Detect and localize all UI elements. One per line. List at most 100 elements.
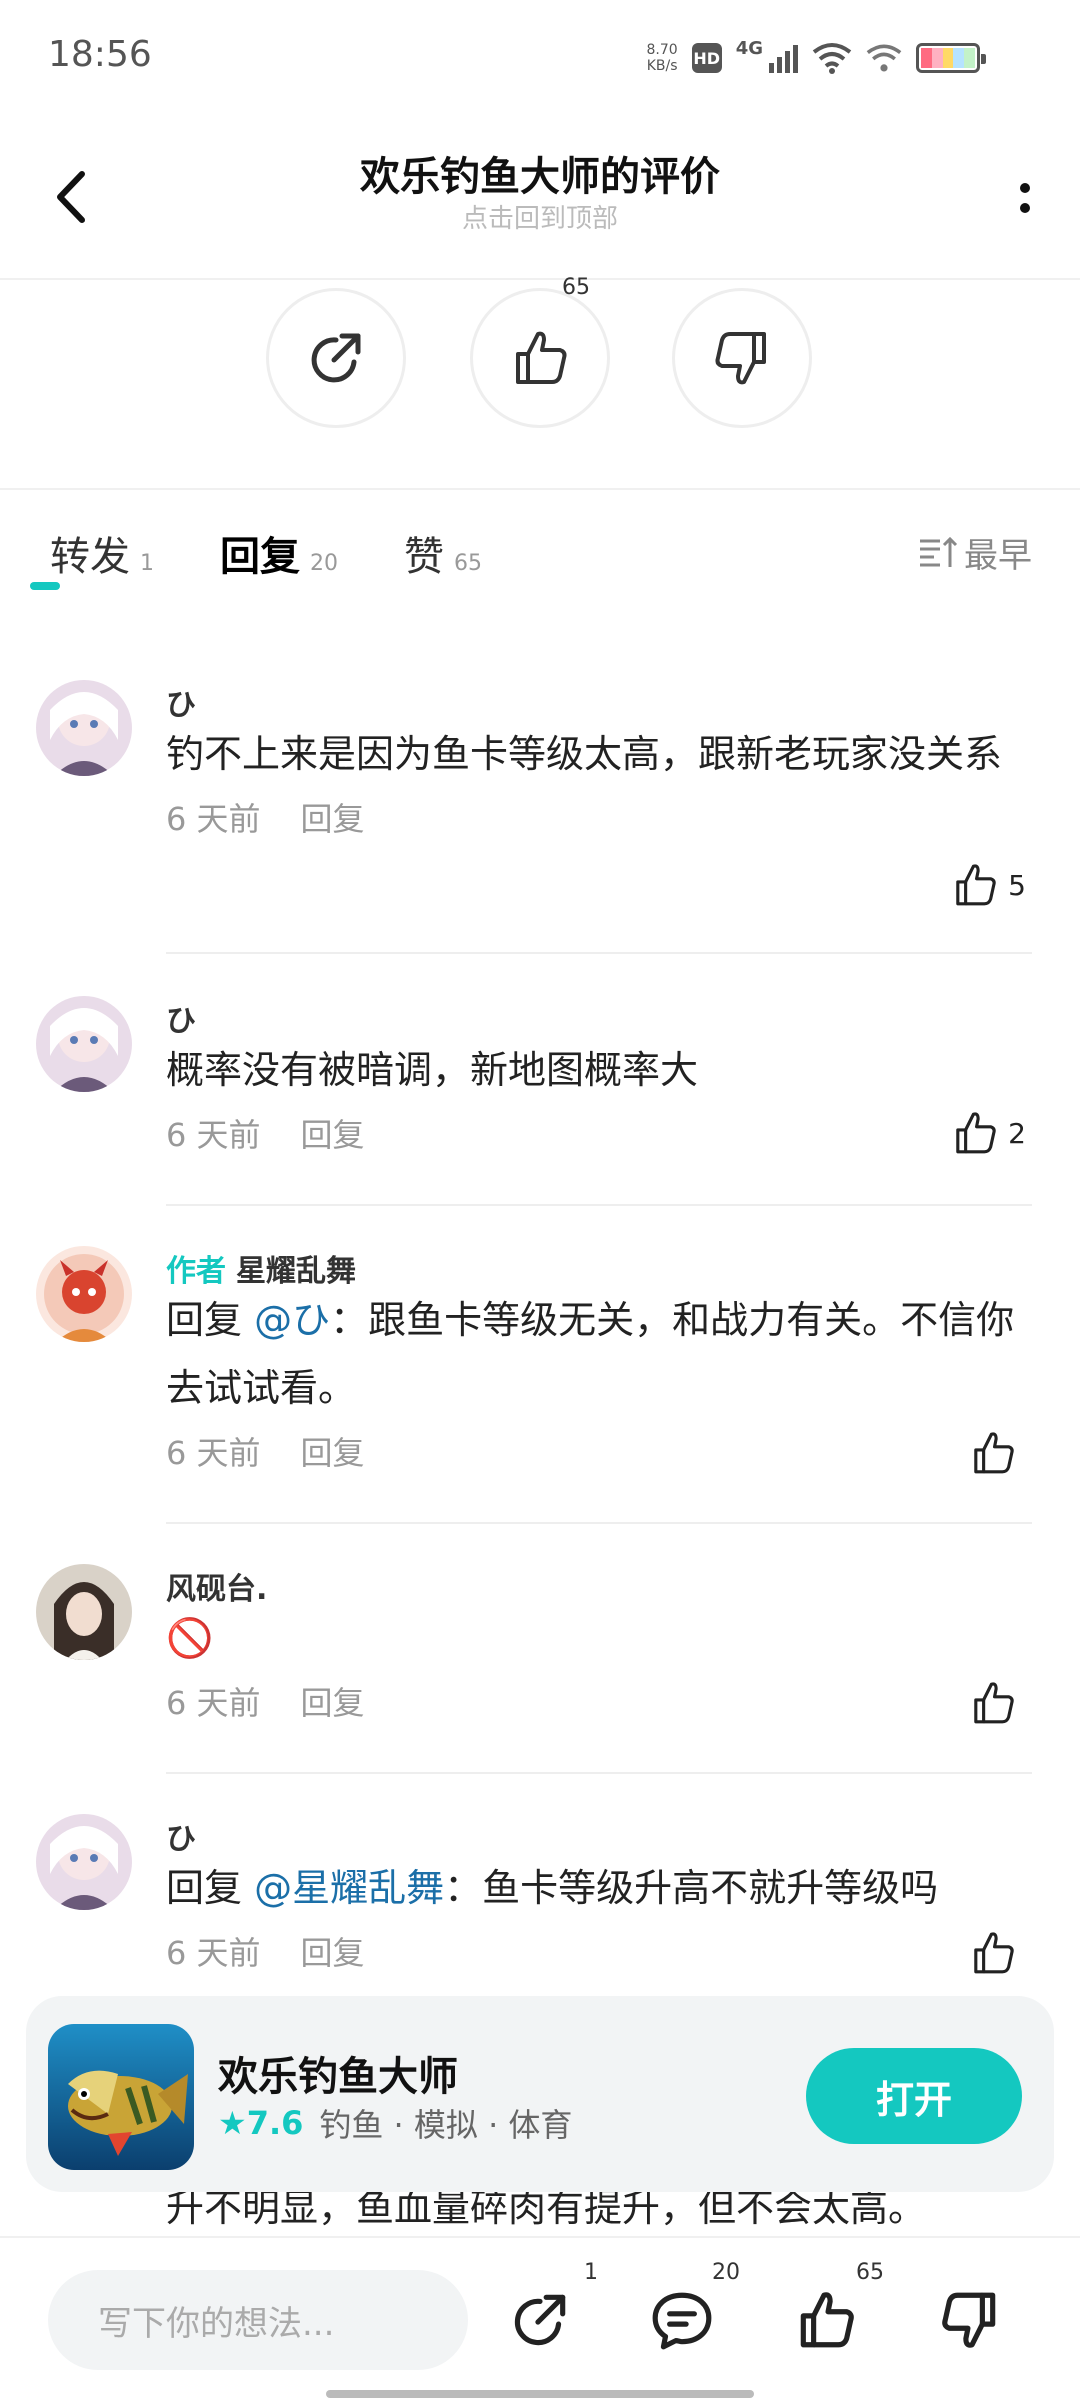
dislike-button[interactable] xyxy=(930,2280,1010,2360)
thumbs-up-icon xyxy=(956,864,996,906)
bottom-bar: 写下你的想法... 1 20 65 xyxy=(0,2236,1080,2408)
thumbs-down-icon xyxy=(942,2292,996,2348)
comment-time: 6 天前 xyxy=(166,1434,261,1472)
comment-time: 6 天前 xyxy=(166,1116,261,1154)
comment-like-button[interactable]: 2 xyxy=(950,1108,1026,1158)
mention-link[interactable]: @ひ xyxy=(254,1298,330,1342)
comment-username[interactable]: ひ xyxy=(166,996,1032,1039)
reply-button[interactable]: 回复 xyxy=(301,1428,365,1474)
comment-bubble-icon xyxy=(652,2292,712,2350)
like-count: 65 xyxy=(856,2260,884,2285)
comment-like-button[interactable]: 5 xyxy=(950,860,1026,910)
comment-time: 6 天前 xyxy=(166,1684,261,1722)
avatar[interactable] xyxy=(36,1564,132,1660)
comment-like-button[interactable] xyxy=(968,1928,1026,1978)
comment-like-button[interactable] xyxy=(968,1428,1026,1478)
comment-username[interactable]: ひ xyxy=(166,1814,1032,1857)
status-icons: 8.70 KB/s HD 4G xyxy=(646,38,986,78)
status-bar: 18:56 8.70 KB/s HD 4G xyxy=(0,0,1080,120)
network-speed: 8.70 KB/s xyxy=(646,42,678,74)
like-count: 65 xyxy=(562,275,590,300)
tab-likes[interactable]: 赞 65 xyxy=(404,524,482,582)
sort-label: 最早 xyxy=(964,536,1032,576)
thumbs-up-icon xyxy=(974,1432,1014,1474)
reply-button[interactable]: 回复 xyxy=(301,1110,365,1156)
thumbs-up-icon xyxy=(956,1112,996,1154)
app-rating: ★7.6 xyxy=(218,2104,304,2142)
avatar[interactable] xyxy=(36,680,132,776)
tabs: 转发 1 回复 20 赞 65 最早 xyxy=(0,520,1080,600)
comment-text: 🚫 xyxy=(166,1616,214,1660)
wifi-icon-2 xyxy=(866,44,902,72)
reply-button[interactable]: 回复 xyxy=(301,1678,365,1724)
dislike-button[interactable] xyxy=(672,288,812,428)
thumbs-down-icon xyxy=(715,332,766,385)
hd-icon: HD xyxy=(691,43,722,73)
comment-text: 钓不上来是因为鱼卡等级太高，跟新老玩家没关系 xyxy=(166,732,1003,776)
comment-item: 作者 星耀乱舞 回复 @ひ：跟鱼卡等级无关，和战力有关。不信你去试试看。 6 天前… xyxy=(0,1206,1080,1522)
divider xyxy=(166,952,1032,954)
battery-icon xyxy=(916,43,986,73)
thumbs-up-icon xyxy=(800,2292,854,2348)
more-options-button[interactable] xyxy=(1010,168,1040,228)
comment-username[interactable]: ひ xyxy=(166,680,1032,723)
comment-text: 回复 @星耀乱舞：鱼卡等级升高不就升等级吗 xyxy=(166,1866,939,1910)
comment-text-partial: 升不明显，鱼血量碎肉有提升，但不会太高。 xyxy=(166,2186,927,2230)
app-name[interactable]: 欢乐钓鱼大师 xyxy=(218,2044,458,2102)
share-count: 1 xyxy=(584,2260,598,2285)
comment-text: 回复 @ひ：跟鱼卡等级无关，和战力有关。不信你去试试看。 xyxy=(166,1298,1015,1410)
thumbs-up-icon xyxy=(516,331,567,384)
page-title[interactable]: 欢乐钓鱼大师的评价 xyxy=(0,144,1080,202)
more-dot-icon xyxy=(1020,203,1030,213)
app-icon[interactable] xyxy=(48,2024,194,2170)
avatar[interactable] xyxy=(36,996,132,1092)
reply-button[interactable]: 回复 xyxy=(301,794,365,840)
app-tags: 钓鱼 · 模拟 · 体育 xyxy=(319,2106,573,2144)
comment-item: ひ 回复 @星耀乱舞：鱼卡等级升高不就升等级吗 6 天前 回复 xyxy=(0,1774,1080,1994)
tab-indicator xyxy=(30,582,60,590)
comment-username[interactable]: 作者 星耀乱舞 xyxy=(166,1246,1032,1289)
comment-count: 20 xyxy=(712,2260,740,2285)
avatar[interactable] xyxy=(36,1814,132,1910)
header: 欢乐钓鱼大师的评价 点击回到顶部 xyxy=(0,120,1080,280)
comment-like-button[interactable] xyxy=(968,1678,1026,1728)
home-indicator[interactable] xyxy=(326,2390,754,2398)
comment-item: ひ 概率没有被暗调，新地图概率大 6 天前 回复 2 xyxy=(0,956,1080,1206)
app-meta: ★7.6 钓鱼 · 模拟 · 体育 xyxy=(218,2100,572,2146)
comment-item: ひ 钓不上来是因为鱼卡等级太高，跟新老玩家没关系 6 天前 回复 5 xyxy=(0,640,1080,956)
like-button[interactable]: 65 xyxy=(470,275,610,428)
comment-time: 6 天前 xyxy=(166,800,261,838)
like-button[interactable]: 65 xyxy=(786,2260,884,2360)
wifi-icon xyxy=(812,43,852,74)
author-badge: 作者 xyxy=(166,1254,226,1289)
more-dot-icon xyxy=(1020,183,1030,193)
comment-like-count: 2 xyxy=(1008,1116,1026,1150)
sort-button[interactable]: 最早 xyxy=(918,528,1032,577)
signal-icon xyxy=(769,43,798,73)
status-time: 18:56 xyxy=(48,34,152,75)
app-card[interactable]: 欢乐钓鱼大师 ★7.6 钓鱼 · 模拟 · 体育 打开 xyxy=(26,1996,1054,2192)
tab-replies[interactable]: 回复 20 xyxy=(220,524,338,582)
avatar[interactable] xyxy=(36,1246,132,1342)
comment-username[interactable]: 风砚台. xyxy=(166,1564,1032,1607)
comment-text: 概率没有被暗调，新地图概率大 xyxy=(166,1048,699,1092)
review-actions: 65 xyxy=(0,275,1080,490)
reply-button[interactable]: 回复 xyxy=(301,1928,365,1974)
comment-input[interactable]: 写下你的想法... xyxy=(48,2270,468,2370)
comment-time: 6 天前 xyxy=(166,1934,261,1972)
mention-link[interactable]: @星耀乱舞 xyxy=(254,1866,444,1910)
share-button[interactable] xyxy=(266,288,406,428)
thumbs-up-icon xyxy=(974,1682,1014,1724)
share-button[interactable]: 1 xyxy=(500,2260,598,2360)
comment-button[interactable]: 20 xyxy=(642,2260,740,2360)
share-icon xyxy=(514,2294,566,2346)
share-icon xyxy=(311,333,361,383)
open-app-button[interactable]: 打开 xyxy=(806,2048,1022,2144)
sort-icon xyxy=(920,536,958,567)
comment-item: 风砚台. 🚫 6 天前 回复 xyxy=(0,1524,1080,1774)
tab-reposts[interactable]: 转发 1 xyxy=(50,524,154,582)
thumbs-up-icon xyxy=(974,1932,1014,1974)
comment-like-count: 5 xyxy=(1008,868,1026,902)
network-type: 4G xyxy=(735,38,763,59)
scroll-to-top-hint[interactable]: 点击回到顶部 xyxy=(0,198,1080,235)
